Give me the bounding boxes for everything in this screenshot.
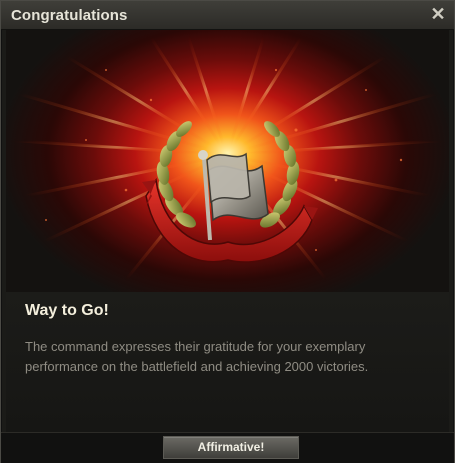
affirmative-button[interactable]: Affirmative! [163,436,299,459]
title-bar: Congratulations ✕ [1,1,454,30]
achievement-message: The command expresses their gratitude fo… [25,339,369,374]
dialog-title: Congratulations [11,7,128,24]
achievement-emblem [6,30,449,292]
close-icon[interactable]: ✕ [430,5,446,23]
achievement-content: Way to Go! The command expresses their g… [6,292,449,432]
achievement-heading: Way to Go! [25,302,109,319]
dialog-footer: Affirmative! [1,432,454,463]
achievement-artwork [6,30,449,292]
congratulations-dialog: Congratulations ✕ Way to Go! The command… [0,0,455,463]
